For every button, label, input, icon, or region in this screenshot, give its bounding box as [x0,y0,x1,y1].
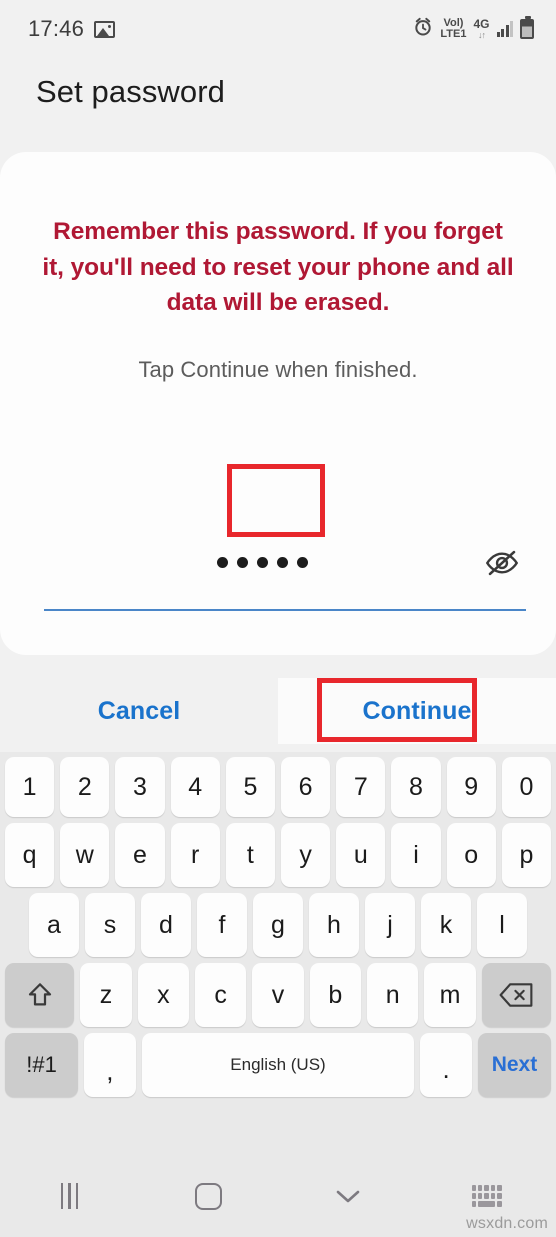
key-7[interactable]: 7 [336,757,386,817]
status-bar-right: Vol) LTE1 4G ↓↑ [413,16,534,42]
password-card: Remember this password. If you forget it… [0,152,556,655]
symbols-key[interactable]: !#1 [5,1033,79,1097]
image-thumbnail-icon [94,20,116,38]
key-1[interactable]: 1 [4,757,55,817]
password-masked-value [44,557,526,568]
key-h[interactable]: h [309,893,359,957]
network-type-indicator: 4G ↓↑ [473,18,489,40]
recents-icon [60,1183,79,1209]
volte-bottom-label: LTE1 [440,28,467,40]
key-q[interactable]: q [4,823,55,887]
period-key[interactable]: . [420,1033,472,1097]
key-x[interactable]: x [137,963,189,1027]
key-n[interactable]: n [367,963,419,1027]
key-s[interactable]: s [85,893,135,957]
key-z[interactable]: z [80,963,132,1027]
keyboard-row-numbers: 1 2 3 4 5 6 7 8 9 0 [0,757,556,817]
key-r[interactable]: r [170,823,220,887]
key-c[interactable]: c [194,963,247,1027]
key-y[interactable]: y [281,823,331,887]
home-icon [195,1182,222,1210]
backspace-icon [498,982,534,1008]
password-underline [44,609,526,611]
key-a[interactable]: a [29,893,79,957]
hint-message: Tap Continue when finished. [138,356,418,382]
nav-recents-button[interactable] [0,1155,139,1237]
warning-message: Remember this password. If you forget it… [42,218,514,317]
shift-icon [25,980,55,1010]
shift-key[interactable] [4,963,75,1027]
status-bar-left: 17:46 [28,16,116,42]
volte-indicator: Vol) LTE1 [440,18,466,40]
network-type-label: 4G [473,16,490,31]
backspace-key[interactable] [481,963,552,1027]
key-0[interactable]: 0 [501,757,552,817]
space-key[interactable]: English (US) [141,1033,415,1097]
key-t[interactable]: t [225,823,275,887]
cancel-button[interactable]: Cancel [0,678,278,744]
key-l[interactable]: l [477,893,527,957]
key-3[interactable]: 3 [115,757,165,817]
key-f[interactable]: f [197,893,247,957]
next-key[interactable]: Next [477,1033,551,1097]
key-8[interactable]: 8 [391,757,441,817]
alarm-clock-icon [413,17,433,42]
signal-bars-icon [496,21,513,37]
nav-home-button[interactable] [139,1155,278,1237]
chevron-down-icon [333,1186,363,1206]
key-k[interactable]: k [421,893,471,957]
key-e[interactable]: e [115,823,165,887]
key-p[interactable]: p [501,823,552,887]
key-m[interactable]: m [424,963,476,1027]
page-title: Set password [36,74,226,109]
key-w[interactable]: w [60,823,110,887]
nav-dismiss-keyboard-button[interactable] [278,1155,417,1237]
key-j[interactable]: j [365,893,415,957]
eye-off-icon[interactable] [484,545,520,581]
battery-icon [520,16,534,39]
keyboard-row-qwerty: q w e r t y u i o p [0,823,556,887]
key-o[interactable]: o [446,823,496,887]
key-4[interactable]: 4 [170,757,220,817]
key-u[interactable]: u [336,823,386,887]
key-2[interactable]: 2 [60,757,110,817]
key-b[interactable]: b [309,963,362,1027]
keyboard-row-space: !#1 , English (US) . Next [0,1033,556,1097]
password-input[interactable] [44,535,526,611]
key-5[interactable]: 5 [225,757,275,817]
watermark: wsxdn.com [466,1215,548,1232]
comma-key[interactable]: , [84,1033,136,1097]
key-6[interactable]: 6 [281,757,331,817]
status-bar-clock: 17:46 [28,16,85,41]
key-g[interactable]: g [253,893,303,957]
status-bar: 17:46 Vol) LTE1 4G ↓↑ [0,0,556,58]
key-9[interactable]: 9 [446,757,496,817]
key-i[interactable]: i [391,823,441,887]
continue-button[interactable]: Continue [278,678,556,744]
data-transfer-arrows-icon: ↓↑ [477,29,486,40]
keyboard-row-home: a s d f g h j k l [0,893,556,957]
on-screen-keyboard: 1 2 3 4 5 6 7 8 9 0 q w e r t y u i o p … [0,752,556,1155]
key-d[interactable]: d [141,893,191,957]
key-v[interactable]: v [252,963,304,1027]
keyboard-switch-icon [471,1185,502,1207]
action-button-row: Cancel Continue [0,678,556,744]
keyboard-row-bottom-letters: z x c v b n m [0,963,556,1027]
